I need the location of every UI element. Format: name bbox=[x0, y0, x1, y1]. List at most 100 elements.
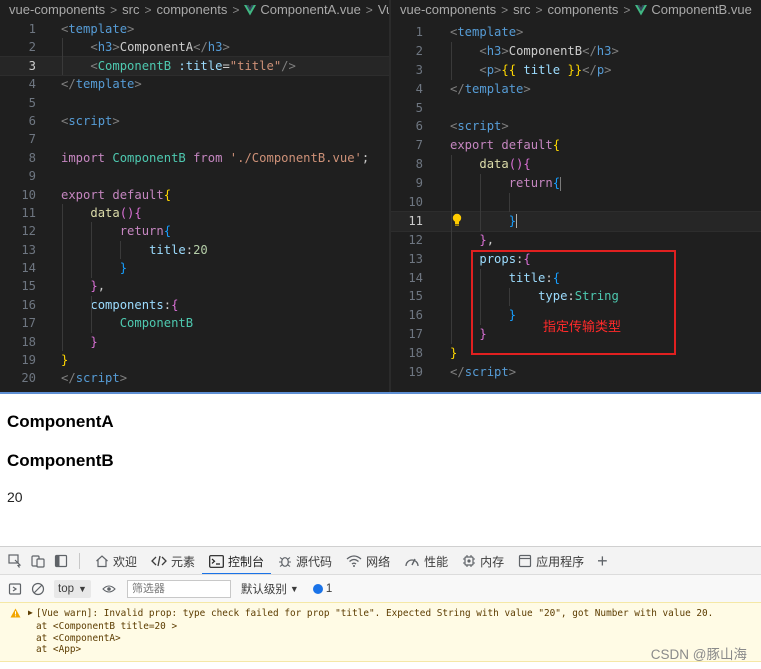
tab-welcome[interactable]: 欢迎 bbox=[88, 547, 144, 575]
code-line[interactable]: 4 </template> bbox=[0, 75, 389, 93]
code-line[interactable]: 3 <p>{{ title }}</p> bbox=[391, 61, 761, 80]
inspect-element-icon[interactable] bbox=[7, 553, 23, 569]
line-number: 11 bbox=[21, 205, 36, 220]
tab-console[interactable]: 控制台 bbox=[202, 547, 272, 575]
browser-viewport: ComponentA ComponentB 20 bbox=[0, 394, 761, 546]
dock-side-icon[interactable] bbox=[53, 553, 69, 569]
code-line[interactable]: 2 <h3>ComponentA</h3> bbox=[0, 38, 389, 56]
editor-pane-component-a[interactable]: vue-components > src > components > ComponentA… bbox=[0, 0, 389, 392]
code-area[interactable]: 1 <template> 2 <h3>ComponentA</h3> 3 <Compo… bbox=[0, 20, 389, 388]
tab-application[interactable]: 应用程序 bbox=[511, 547, 591, 575]
tab-elements[interactable]: 元素 bbox=[144, 547, 202, 575]
breadcrumb-item[interactable]: components bbox=[157, 0, 228, 20]
code-line[interactable]: 20 </script> bbox=[0, 369, 389, 387]
code-line[interactable]: 6 <script> bbox=[0, 112, 389, 130]
code-line[interactable]: 9 return{ bbox=[391, 174, 761, 193]
issues-counter[interactable]: 1 bbox=[312, 582, 333, 595]
code-line[interactable]: 8 data(){ bbox=[391, 155, 761, 174]
live-expression-eye-icon[interactable] bbox=[101, 581, 117, 597]
code-text: return{ bbox=[119, 224, 172, 239]
code-line[interactable]: 5 bbox=[0, 94, 389, 112]
tab-memory[interactable]: 内存 bbox=[455, 547, 511, 575]
code-line[interactable]: 5 bbox=[391, 99, 761, 118]
clear-console-icon[interactable] bbox=[30, 581, 46, 597]
code-line[interactable]: 14 title:{ bbox=[391, 269, 761, 288]
divider bbox=[79, 553, 80, 569]
code-line[interactable]: 8 import ComponentB from './ComponentB.vu… bbox=[0, 149, 389, 167]
code-text: <h3>ComponentB</h3> bbox=[479, 43, 619, 58]
tab-sources[interactable]: 源代码 bbox=[271, 547, 339, 575]
code-line[interactable]: 11 } bbox=[391, 210, 761, 232]
breadcrumb-item[interactable]: src bbox=[513, 0, 530, 20]
console-warning[interactable]: ▶ [Vue warn]: Invalid prop: type check f… bbox=[0, 602, 761, 662]
tab-label: 内存 bbox=[480, 554, 505, 569]
breadcrumb-item[interactable]: components bbox=[548, 0, 619, 20]
line-number: 15 bbox=[21, 279, 36, 294]
code-line[interactable]: 2 <h3>ComponentB</h3> bbox=[391, 42, 761, 61]
code-line[interactable]: 1 <template> bbox=[0, 20, 389, 38]
code-line[interactable]: 9 bbox=[0, 167, 389, 185]
breadcrumb-item[interactable]: vue-components bbox=[9, 0, 105, 20]
console-toolbar: top ▼ 默认级别 ▼ 1 bbox=[0, 574, 761, 603]
code-line[interactable]: 19 </script> bbox=[391, 363, 761, 382]
line-number: 15 bbox=[408, 289, 423, 304]
watermark: CSDN @豚山海 bbox=[650, 647, 747, 662]
code-line[interactable]: 15 }, bbox=[0, 277, 389, 295]
code-line[interactable]: 7 export default{ bbox=[391, 136, 761, 155]
code-text: <h3>ComponentA</h3> bbox=[90, 40, 230, 55]
code-line[interactable]: 13 props:{ bbox=[391, 250, 761, 269]
line-number: 3 bbox=[28, 58, 36, 73]
code-line[interactable]: 10 export default{ bbox=[0, 186, 389, 204]
line-number: 5 bbox=[28, 95, 36, 110]
code-line[interactable]: 12 return{ bbox=[0, 222, 389, 240]
line-number: 3 bbox=[415, 62, 423, 77]
device-toolbar-icon[interactable] bbox=[30, 553, 46, 569]
code-line[interactable]: 7 bbox=[0, 130, 389, 148]
tab-network[interactable]: 网络 bbox=[339, 547, 397, 575]
filter-input[interactable] bbox=[126, 579, 231, 598]
code-line[interactable]: 10 bbox=[391, 193, 761, 212]
line-number: 7 bbox=[28, 132, 36, 147]
code-text: <template> bbox=[61, 22, 135, 36]
code-line[interactable]: 17 ComponentB bbox=[0, 314, 389, 332]
indent-guide bbox=[91, 222, 92, 278]
code-line[interactable]: 1 <template> bbox=[391, 23, 761, 42]
tab-performance[interactable]: 性能 bbox=[397, 547, 455, 575]
context-select-value: top bbox=[58, 582, 74, 595]
more-tools-plus-icon[interactable]: + bbox=[597, 551, 608, 572]
code-line[interactable]: 14 } bbox=[0, 259, 389, 277]
breadcrumb-item[interactable]: src bbox=[122, 0, 139, 20]
code-line[interactable]: 11 data(){ bbox=[0, 204, 389, 222]
code-line[interactable]: 3 <ComponentB :title="title"/> bbox=[0, 55, 389, 77]
code-line[interactable]: 16 components:{ bbox=[0, 296, 389, 314]
context-select[interactable]: top ▼ bbox=[54, 579, 91, 598]
breadcrumb-item[interactable]: ComponentB.vue bbox=[651, 0, 751, 20]
code-brackets-icon bbox=[151, 555, 167, 567]
sidebar-toggle-icon[interactable] bbox=[7, 581, 23, 597]
code-line[interactable]: 12 }, bbox=[391, 231, 761, 250]
code-line[interactable]: 15 type:String bbox=[391, 287, 761, 306]
dropdown-arrow-icon: ▼ bbox=[289, 583, 299, 594]
lightbulb-icon[interactable] bbox=[451, 213, 463, 227]
vue-file-icon bbox=[635, 4, 648, 16]
code-line[interactable]: 19} bbox=[0, 351, 389, 369]
code-text: } bbox=[61, 353, 69, 368]
warning-icon bbox=[10, 608, 21, 618]
breadcrumb-separator: > bbox=[501, 3, 509, 17]
code-line[interactable]: 13 title:20 bbox=[0, 241, 389, 259]
code-line[interactable]: 18} bbox=[391, 344, 761, 363]
breadcrumb-item[interactable]: Vue bbox=[378, 0, 389, 20]
code-text: title:20 bbox=[149, 242, 208, 257]
code-line[interactable]: 4 </template> bbox=[391, 80, 761, 99]
expand-triangle-icon[interactable]: ▶ bbox=[28, 608, 33, 617]
breadcrumb-separator: > bbox=[232, 3, 240, 17]
breadcrumb: vue-components > src > components > ComponentA… bbox=[0, 0, 389, 20]
code-line[interactable]: 18 } bbox=[0, 333, 389, 351]
code-text: <script> bbox=[450, 119, 509, 134]
code-line[interactable]: 6 <script> bbox=[391, 117, 761, 136]
breadcrumb-item[interactable]: ComponentA.vue bbox=[260, 0, 360, 20]
log-levels-dropdown[interactable]: 默认级别 ▼ bbox=[241, 581, 299, 597]
code-text: } bbox=[450, 346, 458, 361]
issue-count: 1 bbox=[325, 582, 333, 595]
breadcrumb-item[interactable]: vue-components bbox=[400, 0, 496, 20]
